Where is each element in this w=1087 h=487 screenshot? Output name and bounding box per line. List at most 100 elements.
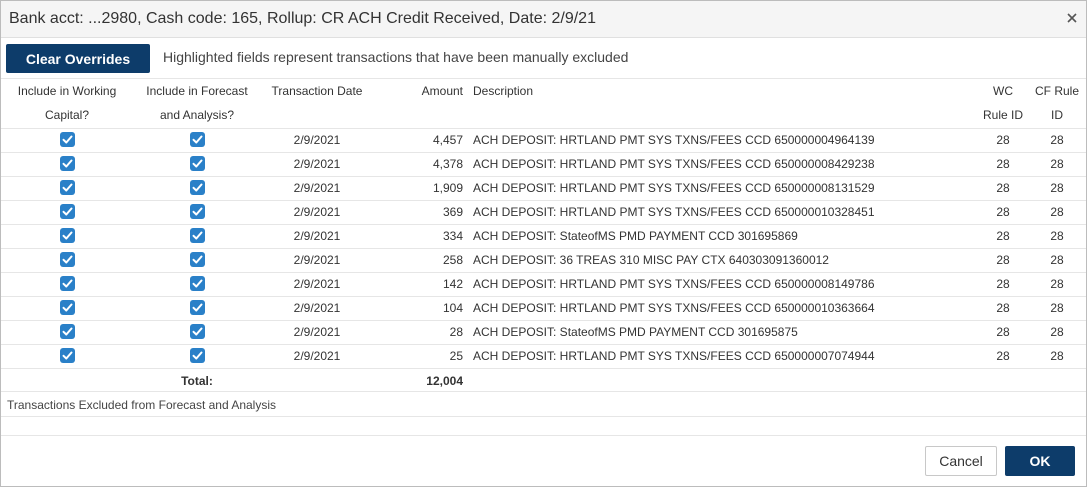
table-row: 2/9/2021 104 ACH DEPOSIT: HRTLAND PMT SYS … xyxy=(1,296,1086,320)
include-fa-checkbox[interactable] xyxy=(189,348,205,364)
amount-cell: 369 xyxy=(442,205,463,219)
transaction-date-cell: 2/9/2021 xyxy=(293,229,341,243)
include-fa-cell xyxy=(137,297,257,321)
table-row: 2/9/2021 1,909 ACH DEPOSIT: HRTLAND PMT SY… xyxy=(1,176,1086,200)
description-cell: ACH DEPOSIT: HRTLAND PMT SYS TXNS/FEES C… xyxy=(473,349,875,363)
include-wc-checkbox[interactable] xyxy=(59,252,75,268)
header-description[interactable]: Description xyxy=(473,79,973,129)
include-wc-cell xyxy=(7,177,127,201)
header-cf-rule-line1: CF Rule xyxy=(1034,84,1079,98)
header-cf-rule-id[interactable]: CF Rule ID xyxy=(1033,79,1081,129)
include-fa-cell xyxy=(137,129,257,153)
include-wc-checkbox[interactable] xyxy=(59,204,75,220)
transaction-date-cell: 2/9/2021 xyxy=(293,349,341,363)
cf-rule-id-cell: 28 xyxy=(1050,277,1064,291)
header-include-wc-line2: Capital? xyxy=(44,108,90,122)
wc-rule-id-cell: 28 xyxy=(996,157,1010,171)
include-fa-checkbox[interactable] xyxy=(189,228,205,244)
include-wc-cell xyxy=(7,321,127,345)
table-row: 2/9/2021 25 ACH DEPOSIT: HRTLAND PMT SYS T… xyxy=(1,344,1086,368)
divider xyxy=(1,416,1086,417)
amount-cell: 142 xyxy=(442,277,463,291)
table-row: 2/9/2021 369 ACH DEPOSIT: HRTLAND PMT SYS … xyxy=(1,200,1086,224)
header-include-wc-line1: Include in Working xyxy=(17,84,117,98)
description-cell: ACH DEPOSIT: 36 TREAS 310 MISC PAY CTX 6… xyxy=(473,253,829,267)
transactions-table-body: 2/9/2021 4,457 ACH DEPOSIT: HRTLAND PMT SY… xyxy=(1,128,1086,368)
header-transaction-date[interactable]: Transaction Date xyxy=(263,79,371,129)
include-wc-checkbox[interactable] xyxy=(59,324,75,340)
header-cf-rule-line2: ID xyxy=(1051,108,1063,122)
transaction-date-cell: 2/9/2021 xyxy=(293,277,341,291)
header-include-fa-line2: and Analysis? xyxy=(159,108,235,122)
transaction-date-cell: 2/9/2021 xyxy=(293,325,341,339)
dialog-title: Bank acct: ...2980, Cash code: 165, Roll… xyxy=(9,10,596,27)
total-label: Total: xyxy=(181,374,213,388)
excluded-section-title: Transactions Excluded from Forecast and … xyxy=(7,398,277,412)
clear-overrides-button[interactable]: Clear Overrides xyxy=(6,44,150,73)
description-cell: ACH DEPOSIT: HRTLAND PMT SYS TXNS/FEES C… xyxy=(473,301,875,315)
transaction-date-cell: 2/9/2021 xyxy=(293,157,341,171)
include-fa-checkbox[interactable] xyxy=(189,324,205,340)
include-wc-cell xyxy=(7,345,127,369)
cf-rule-id-cell: 28 xyxy=(1050,325,1064,339)
cf-rule-id-cell: 28 xyxy=(1050,301,1064,315)
include-fa-checkbox[interactable] xyxy=(189,180,205,196)
include-fa-checkbox[interactable] xyxy=(189,276,205,292)
header-wc-rule-line2: Rule ID xyxy=(983,108,1024,122)
include-wc-cell xyxy=(7,249,127,273)
wc-rule-id-cell: 28 xyxy=(996,181,1010,195)
ok-button[interactable]: OK xyxy=(1005,446,1075,476)
include-fa-checkbox[interactable] xyxy=(189,132,205,148)
table-row: 2/9/2021 28 ACH DEPOSIT: StateofMS PMD PAY… xyxy=(1,320,1086,344)
cf-rule-id-cell: 28 xyxy=(1050,229,1064,243)
transaction-date-cell: 2/9/2021 xyxy=(293,205,341,219)
include-wc-checkbox[interactable] xyxy=(59,348,75,364)
include-fa-cell xyxy=(137,345,257,369)
include-wc-checkbox[interactable] xyxy=(59,300,75,316)
include-wc-checkbox[interactable] xyxy=(59,180,75,196)
divider xyxy=(1,435,1086,436)
amount-cell: 4,378 xyxy=(432,157,463,171)
header-include-fa[interactable]: Include in Forecast and Analysis? xyxy=(137,79,257,129)
description-cell: ACH DEPOSIT: HRTLAND PMT SYS TXNS/FEES C… xyxy=(473,205,875,219)
include-wc-checkbox[interactable] xyxy=(59,132,75,148)
transaction-date-cell: 2/9/2021 xyxy=(293,253,341,267)
include-wc-cell xyxy=(7,153,127,177)
include-wc-checkbox[interactable] xyxy=(59,276,75,292)
dialog-titlebar: Bank acct: ...2980, Cash code: 165, Roll… xyxy=(1,1,1086,38)
table-row: 2/9/2021 4,457 ACH DEPOSIT: HRTLAND PMT SY… xyxy=(1,128,1086,152)
amount-cell: 28 xyxy=(449,325,463,339)
include-fa-checkbox[interactable] xyxy=(189,252,205,268)
include-fa-checkbox[interactable] xyxy=(189,156,205,172)
header-description-label: Description xyxy=(473,84,534,98)
description-cell: ACH DEPOSIT: HRTLAND PMT SYS TXNS/FEES C… xyxy=(473,157,875,171)
close-icon[interactable] xyxy=(1064,10,1080,26)
amount-cell: 25 xyxy=(449,349,463,363)
wc-rule-id-cell: 28 xyxy=(996,301,1010,315)
include-fa-checkbox[interactable] xyxy=(189,204,205,220)
header-include-wc[interactable]: Include in Working Capital? xyxy=(7,79,127,129)
include-wc-cell xyxy=(7,225,127,249)
include-wc-checkbox[interactable] xyxy=(59,156,75,172)
cf-rule-id-cell: 28 xyxy=(1050,349,1064,363)
description-cell: ACH DEPOSIT: HRTLAND PMT SYS TXNS/FEES C… xyxy=(473,277,875,291)
transaction-dialog: Bank acct: ...2980, Cash code: 165, Roll… xyxy=(0,0,1087,487)
wc-rule-id-cell: 28 xyxy=(996,133,1010,147)
total-row: Total: 12,004 xyxy=(1,368,1086,392)
include-wc-checkbox[interactable] xyxy=(59,228,75,244)
include-fa-checkbox[interactable] xyxy=(189,300,205,316)
amount-cell: 258 xyxy=(442,253,463,267)
cancel-button[interactable]: Cancel xyxy=(925,446,997,476)
header-wc-rule-id[interactable]: WC Rule ID xyxy=(983,79,1023,129)
table-row: 2/9/2021 258 ACH DEPOSIT: 36 TREAS 310 MIS… xyxy=(1,248,1086,272)
amount-cell: 104 xyxy=(442,301,463,315)
include-fa-cell xyxy=(137,321,257,345)
amount-cell: 1,909 xyxy=(432,181,463,195)
wc-rule-id-cell: 28 xyxy=(996,325,1010,339)
description-cell: ACH DEPOSIT: StateofMS PMD PAYMENT CCD 3… xyxy=(473,325,798,339)
header-wc-rule-line1: WC xyxy=(993,84,1013,98)
header-amount[interactable]: Amount xyxy=(381,79,463,129)
include-fa-cell xyxy=(137,153,257,177)
wc-rule-id-cell: 28 xyxy=(996,205,1010,219)
include-fa-cell xyxy=(137,225,257,249)
